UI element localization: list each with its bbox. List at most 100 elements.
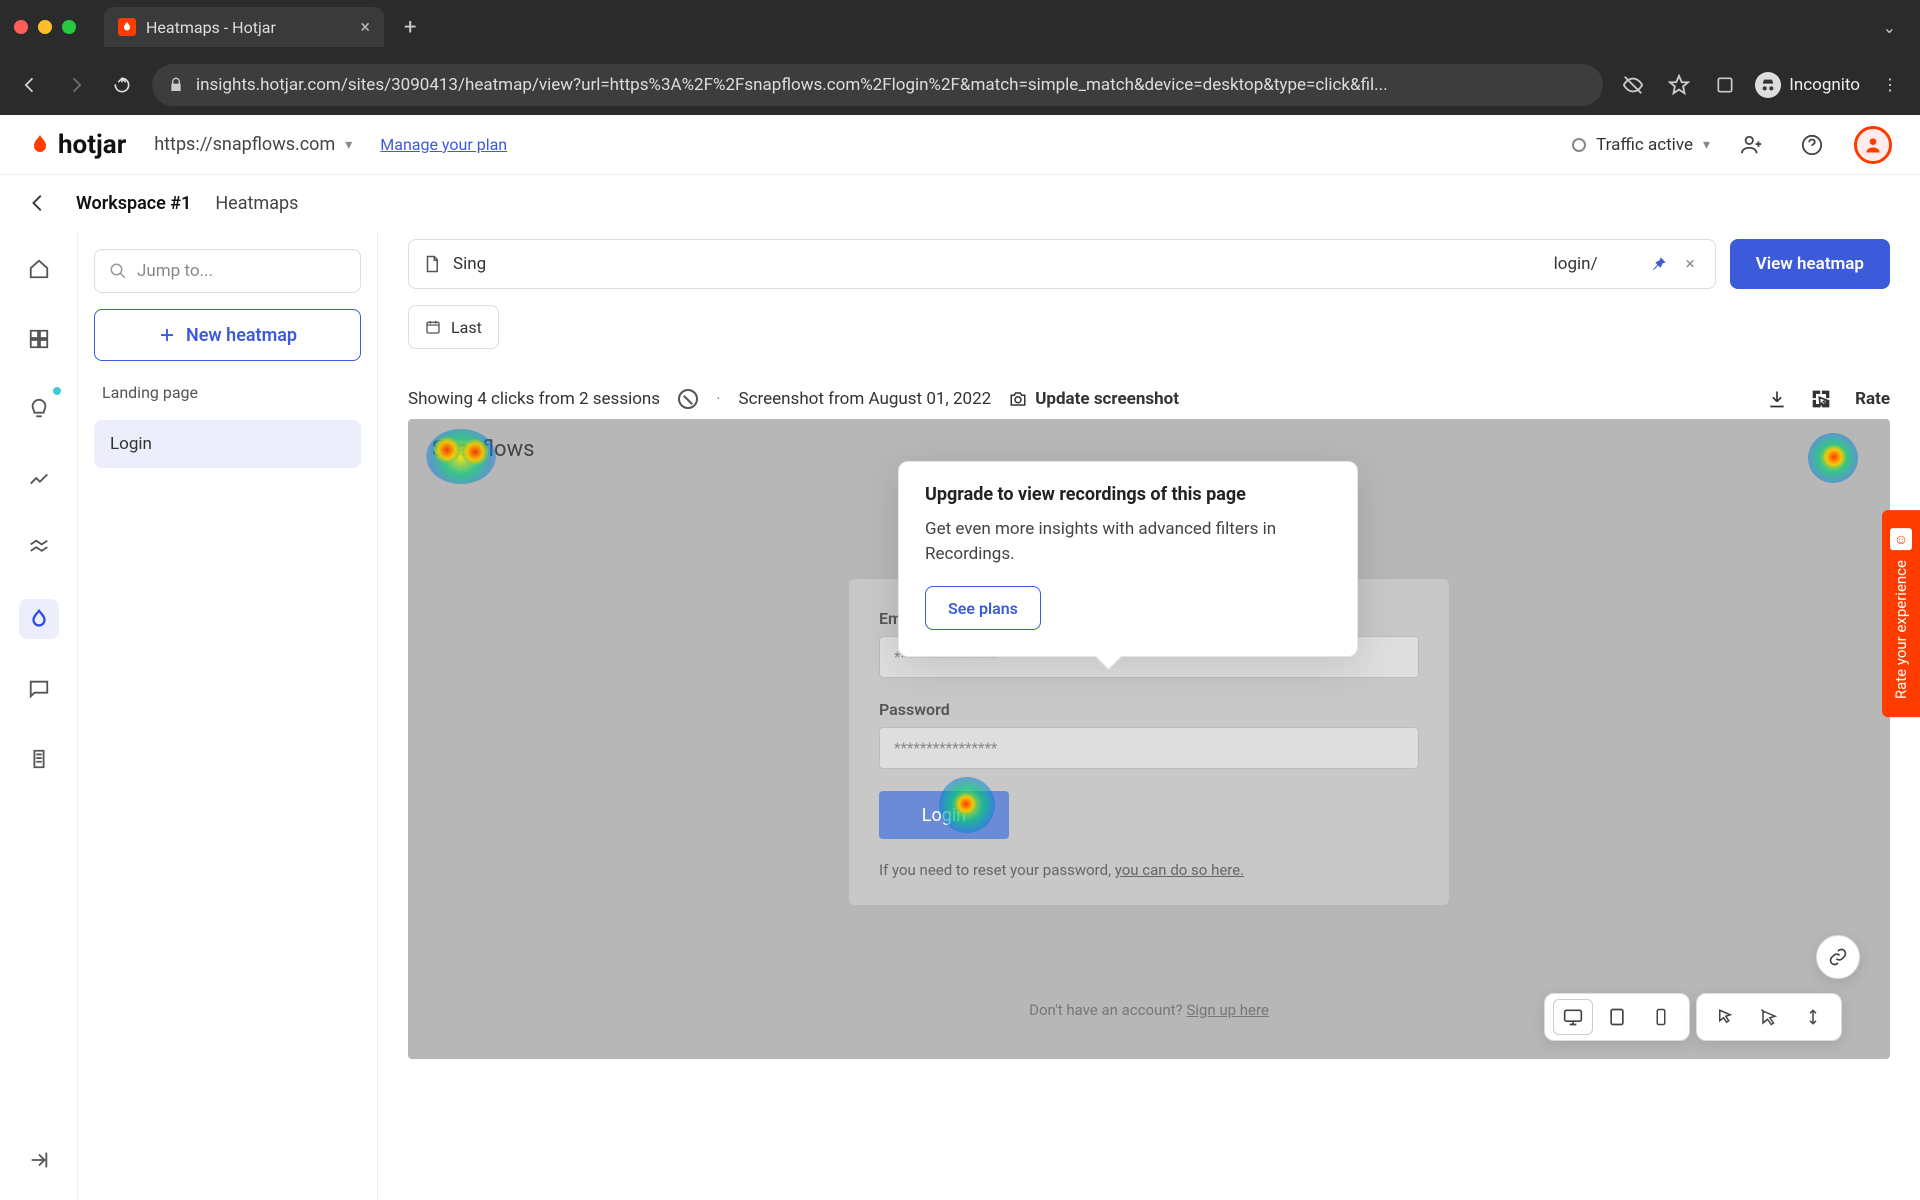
- content-area: Sing login/ × View heatmap Last Upgrade …: [378, 231, 1920, 1200]
- clear-url-icon[interactable]: ×: [1680, 254, 1701, 274]
- rail-feedback[interactable]: [19, 669, 59, 709]
- breadcrumb-row: Workspace #1 Heatmaps: [0, 175, 1920, 231]
- manage-plan-link[interactable]: Manage your plan: [380, 135, 507, 154]
- jump-placeholder: Jump to...: [137, 261, 213, 281]
- rail-funnels[interactable]: [19, 529, 59, 569]
- back-button[interactable]: [14, 69, 46, 101]
- minimize-window-icon[interactable]: [38, 20, 52, 34]
- tab-close-icon[interactable]: ×: [360, 17, 370, 38]
- plus-icon: [158, 326, 176, 344]
- view-heatmap-button[interactable]: View heatmap: [1730, 239, 1890, 289]
- signup-link[interactable]: Sign up here: [1186, 1001, 1269, 1019]
- site-selector[interactable]: https://snapflows.com ▾: [154, 134, 352, 155]
- hotjar-logo[interactable]: hotjar: [28, 130, 126, 160]
- device-mobile-button[interactable]: [1641, 999, 1681, 1035]
- nav-rail: [0, 231, 78, 1200]
- new-tab-button[interactable]: +: [394, 15, 426, 40]
- date-filter-chip[interactable]: Last: [408, 305, 499, 349]
- rail-home[interactable]: [19, 249, 59, 289]
- reset-link[interactable]: you can do so here.: [1115, 861, 1244, 879]
- device-desktop-button[interactable]: [1553, 999, 1593, 1035]
- mode-click-button[interactable]: [1705, 999, 1745, 1035]
- lock-icon: [168, 77, 184, 93]
- device-tablet-button[interactable]: [1597, 999, 1637, 1035]
- incognito-icon: [1755, 72, 1781, 98]
- mode-toolbar: [1696, 993, 1842, 1041]
- window-controls: [14, 20, 76, 34]
- main-layout: Jump to... New heatmap Landing page Logi…: [0, 231, 1920, 1200]
- new-heatmap-label: New heatmap: [186, 325, 297, 346]
- invite-user-button[interactable]: [1734, 127, 1770, 163]
- upgrade-popover: Upgrade to view recordings of this page …: [898, 461, 1358, 657]
- tab-strip: Heatmaps - Hotjar × + ⌄: [0, 0, 1920, 54]
- rail-surveys[interactable]: [19, 739, 59, 779]
- rail-dashboard[interactable]: [19, 319, 59, 359]
- signup-prefix: Don't have an account?: [1029, 1001, 1186, 1019]
- see-plans-button[interactable]: See plans: [925, 586, 1041, 630]
- browser-chrome: Heatmaps - Hotjar × + ⌄ insights.hotjar.…: [0, 0, 1920, 115]
- reset-prefix: If you need to reset your password,: [879, 861, 1115, 879]
- share-link-button[interactable]: [1816, 935, 1860, 979]
- fullscreen-window-icon[interactable]: [62, 20, 76, 34]
- breadcrumb-page: Heatmaps: [215, 193, 298, 214]
- logo-text: hotjar: [58, 130, 126, 160]
- tab-overflow-icon[interactable]: ⌄: [1883, 18, 1906, 37]
- jump-to-input[interactable]: Jump to...: [94, 249, 361, 293]
- showing-text: Showing 4 clicks from 2 sessions: [408, 389, 660, 409]
- rate-button[interactable]: Rate: [1855, 389, 1890, 409]
- preview-brand: Snapflows: [432, 437, 534, 462]
- hotjar-favicon-icon: [118, 18, 136, 36]
- page-url-field[interactable]: Sing login/ ×: [408, 239, 1716, 289]
- pin-icon[interactable]: [1650, 255, 1668, 273]
- rail-heatmaps[interactable]: [19, 599, 59, 639]
- help-button[interactable]: [1794, 127, 1830, 163]
- password-field[interactable]: ****************: [879, 727, 1419, 769]
- rail-highlights[interactable]: [19, 389, 59, 429]
- incognito-indicator[interactable]: Incognito: [1755, 72, 1860, 98]
- camera-icon: [1009, 390, 1027, 408]
- browser-tab[interactable]: Heatmaps - Hotjar ×: [104, 7, 384, 47]
- browser-menu-icon[interactable]: ⋮: [1874, 69, 1906, 101]
- forward-button[interactable]: [60, 69, 92, 101]
- extensions-icon[interactable]: [1709, 69, 1741, 101]
- signup-line: Don't have an account? Sign up here: [1029, 1001, 1269, 1019]
- bookmark-star-icon[interactable]: [1663, 69, 1695, 101]
- page-icon: [423, 255, 441, 273]
- close-window-icon[interactable]: [14, 20, 28, 34]
- password-label: Password: [879, 700, 1419, 719]
- app-header: hotjar https://snapflows.com ▾ Manage yo…: [0, 115, 1920, 175]
- back-arrow-button[interactable]: [24, 189, 52, 217]
- breadcrumb-workspace[interactable]: Workspace #1: [76, 193, 191, 214]
- feedback-widget-icon: ☺: [1890, 528, 1912, 550]
- mode-scroll-button[interactable]: [1793, 999, 1833, 1035]
- address-bar[interactable]: insights.hotjar.com/sites/3090413/heatma…: [152, 64, 1603, 106]
- sidebar-group-label: Landing page: [94, 377, 361, 404]
- search-icon: [109, 262, 127, 280]
- blocked-cursor-icon: [678, 389, 698, 409]
- pulse-icon: [1572, 138, 1586, 152]
- reload-button[interactable]: [106, 69, 138, 101]
- chevron-down-icon: ▾: [1703, 137, 1710, 153]
- traffic-status[interactable]: Traffic active ▾: [1572, 135, 1710, 155]
- eye-off-icon[interactable]: [1617, 69, 1649, 101]
- rail-collapse[interactable]: [19, 1140, 59, 1180]
- site-url: https://snapflows.com: [154, 134, 335, 155]
- mode-move-button[interactable]: [1749, 999, 1789, 1035]
- sidebar-item-login[interactable]: Login: [94, 420, 361, 468]
- login-button[interactable]: Login: [879, 791, 1009, 839]
- chevron-down-icon: ▾: [345, 137, 352, 153]
- new-heatmap-button[interactable]: New heatmap: [94, 309, 361, 361]
- click-selector-button[interactable]: [1811, 389, 1831, 409]
- flame-icon: [28, 133, 52, 157]
- see-plans-label: See plans: [948, 599, 1018, 618]
- match-type-label: Sing: [453, 254, 486, 274]
- popover-title: Upgrade to view recordings of this page: [925, 484, 1331, 505]
- heat-blob-core: [1822, 445, 1846, 469]
- rate-experience-tab[interactable]: Rate your experience ☺: [1882, 510, 1920, 717]
- download-button[interactable]: [1767, 389, 1787, 409]
- separator-dot: ·: [716, 389, 720, 409]
- user-avatar[interactable]: [1854, 126, 1892, 164]
- update-screenshot-button[interactable]: Update screenshot: [1009, 389, 1179, 409]
- rail-trends[interactable]: [19, 459, 59, 499]
- filters-row: Last: [408, 305, 1890, 349]
